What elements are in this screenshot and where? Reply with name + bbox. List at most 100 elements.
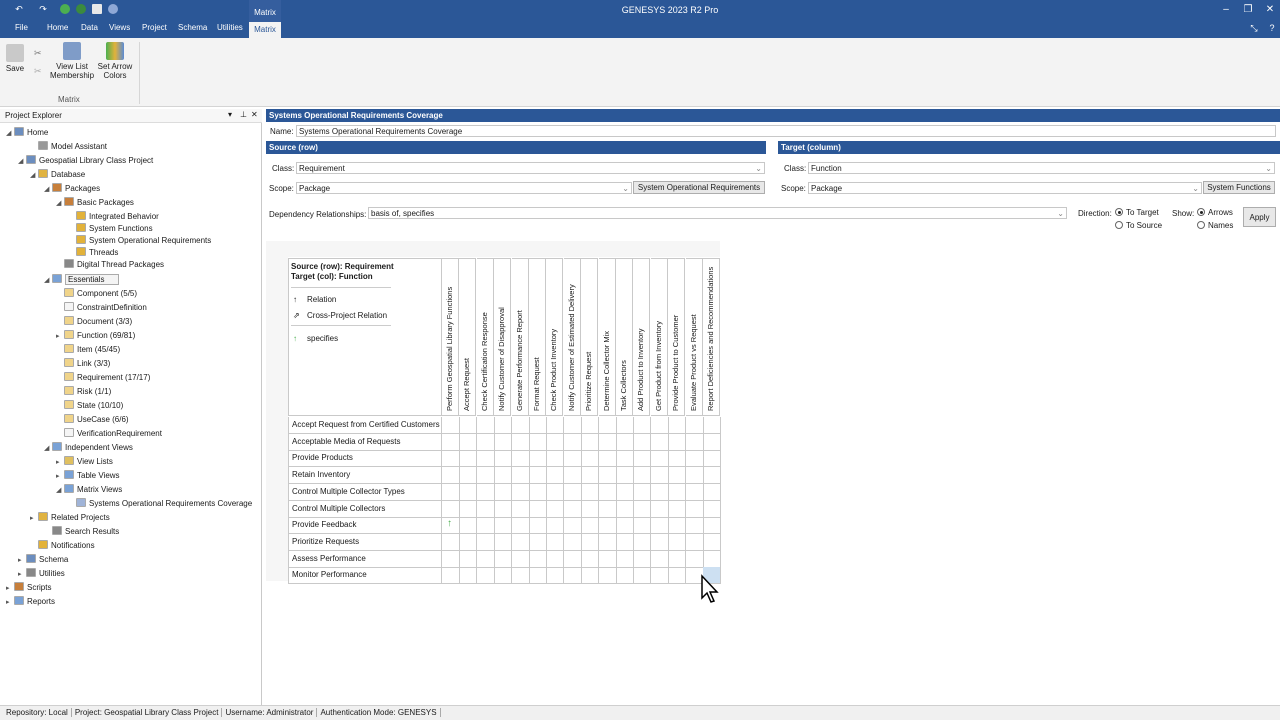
matrix-cell[interactable] (616, 500, 634, 518)
matrix-cell[interactable] (563, 500, 582, 518)
matrix-cell[interactable] (598, 500, 617, 518)
matrix-cell[interactable] (494, 483, 513, 501)
matrix-cell[interactable] (685, 433, 704, 451)
matrix-cell[interactable] (650, 517, 669, 535)
tree-node[interactable]: ConstraintDefinition (56, 301, 147, 314)
matrix-cell[interactable] (668, 533, 687, 551)
matrix-cell[interactable] (685, 417, 704, 434)
matrix-cell[interactable] (633, 467, 652, 485)
matrix-cell[interactable] (633, 417, 652, 434)
matrix-cell[interactable] (633, 550, 652, 568)
matrix-cell[interactable] (442, 483, 460, 501)
matrix-cell[interactable] (563, 517, 582, 535)
matrix-cell[interactable] (529, 550, 547, 568)
matrix-cell[interactable] (616, 550, 634, 568)
expand-right-icon[interactable]: ▸ (56, 470, 64, 483)
matrix-cell[interactable] (529, 533, 547, 551)
matrix-cell[interactable] (494, 467, 513, 485)
tree-node[interactable]: ◢ Geospatial Library Class Project (18, 154, 153, 167)
tree-node[interactable]: Item (45/45) (56, 343, 120, 356)
matrix-cell[interactable] (598, 517, 617, 535)
matrix-row-header[interactable]: Prioritize Requests (288, 533, 442, 551)
matrix-cell[interactable] (529, 567, 547, 585)
matrix-cell[interactable] (650, 467, 669, 485)
matrix-cell[interactable] (598, 450, 617, 468)
matrix-cell[interactable] (633, 533, 652, 551)
matrix-cell[interactable] (633, 567, 652, 585)
matrix-cell[interactable] (442, 433, 460, 451)
matrix-cell[interactable] (511, 567, 530, 585)
expand-down-icon[interactable]: ◢ (56, 197, 64, 210)
matrix-cell[interactable] (546, 417, 565, 434)
save-button[interactable]: Save (4, 44, 26, 73)
matrix-row-header[interactable]: Provide Products (288, 450, 442, 468)
matrix-cell[interactable] (459, 433, 478, 451)
matrix-cell[interactable] (494, 433, 513, 451)
matrix-cell[interactable] (616, 450, 634, 468)
matrix-cell[interactable] (459, 517, 478, 535)
matrix-cell[interactable] (511, 483, 530, 501)
refresh-icon[interactable] (60, 4, 70, 14)
maximize-icon[interactable]: ❐ (1241, 4, 1255, 15)
dependency-select[interactable]: basis of, specifies ⌄ (368, 207, 1067, 219)
matrix-cell[interactable] (685, 467, 704, 485)
matrix-cell[interactable] (616, 433, 634, 451)
matrix-cell[interactable] (442, 500, 460, 518)
matrix-column-header[interactable]: Accept Request (459, 258, 477, 416)
matrix-cell[interactable] (476, 550, 495, 568)
matrix-cell[interactable] (668, 483, 687, 501)
matrix-cell[interactable] (511, 433, 530, 451)
matrix-cell[interactable] (633, 517, 652, 535)
matrix-row-header[interactable]: Accept Request from Certified Customers (288, 417, 442, 434)
matrix-cell[interactable] (703, 483, 721, 501)
expand-right-icon[interactable]: ▸ (6, 596, 14, 609)
matrix-cell[interactable] (703, 550, 721, 568)
matrix-cell[interactable] (459, 500, 478, 518)
source-scope-button[interactable]: System Operational Requirements (633, 181, 765, 194)
matrix-cell[interactable] (633, 450, 652, 468)
matrix-cell[interactable] (598, 550, 617, 568)
matrix-column-header[interactable]: Check Certification Response (476, 258, 494, 416)
arrows-radio[interactable]: Arrows (1197, 208, 1233, 217)
matrix-cell[interactable] (668, 500, 687, 518)
tree-node[interactable]: ◢ Basic Packages (56, 196, 134, 209)
matrix-cell[interactable] (668, 467, 687, 485)
matrix-cell[interactable] (529, 450, 547, 468)
tab-home[interactable]: Home (47, 23, 68, 32)
expand-right-icon[interactable]: ▸ (56, 330, 64, 343)
name-field[interactable]: Systems Operational Requirements Coverag… (296, 125, 1276, 137)
matrix-cell[interactable] (616, 467, 634, 485)
matrix-cell[interactable] (494, 450, 513, 468)
tree-node[interactable]: Requirement (17/17) (56, 371, 150, 384)
matrix-cell[interactable] (685, 450, 704, 468)
tree-node[interactable]: ◢ Database (30, 168, 85, 181)
matrix-cell[interactable] (703, 517, 721, 535)
sync-icon[interactable] (76, 4, 86, 14)
matrix-cell[interactable] (598, 483, 617, 501)
tree-node[interactable]: ▸ Scripts (6, 581, 51, 594)
matrix-cell[interactable] (581, 483, 600, 501)
tab-data[interactable]: Data (81, 23, 98, 32)
tree-node[interactable]: ▸ Reports (6, 595, 55, 608)
unlink-icon[interactable]: ✂ (34, 66, 42, 77)
matrix-cell[interactable] (511, 450, 530, 468)
expand-down-icon[interactable]: ◢ (44, 274, 52, 287)
matrix-cell[interactable] (616, 517, 634, 535)
tree-node[interactable]: Search Results (44, 525, 119, 538)
matrix-cell[interactable] (529, 433, 547, 451)
matrix-cell[interactable] (494, 517, 513, 535)
tab-schema[interactable]: Schema (178, 23, 207, 32)
tab-file[interactable]: File (15, 23, 28, 32)
matrix-cell[interactable] (563, 567, 582, 585)
matrix-cell[interactable] (494, 567, 513, 585)
dropdown-icon[interactable]: ▾ (228, 110, 232, 119)
matrix-cell[interactable] (511, 550, 530, 568)
matrix-row-header[interactable]: Control Multiple Collectors (288, 500, 442, 518)
matrix-cell[interactable] (650, 450, 669, 468)
expand-down-icon[interactable]: ◢ (44, 442, 52, 455)
tree-node[interactable]: Risk (1/1) (56, 385, 111, 398)
matrix-cell[interactable] (703, 500, 721, 518)
expand-down-icon[interactable]: ◢ (18, 155, 26, 168)
matrix-column-header[interactable]: Task Collectors (616, 258, 633, 416)
matrix-column-header[interactable]: Provide Product to Customer (668, 258, 686, 416)
